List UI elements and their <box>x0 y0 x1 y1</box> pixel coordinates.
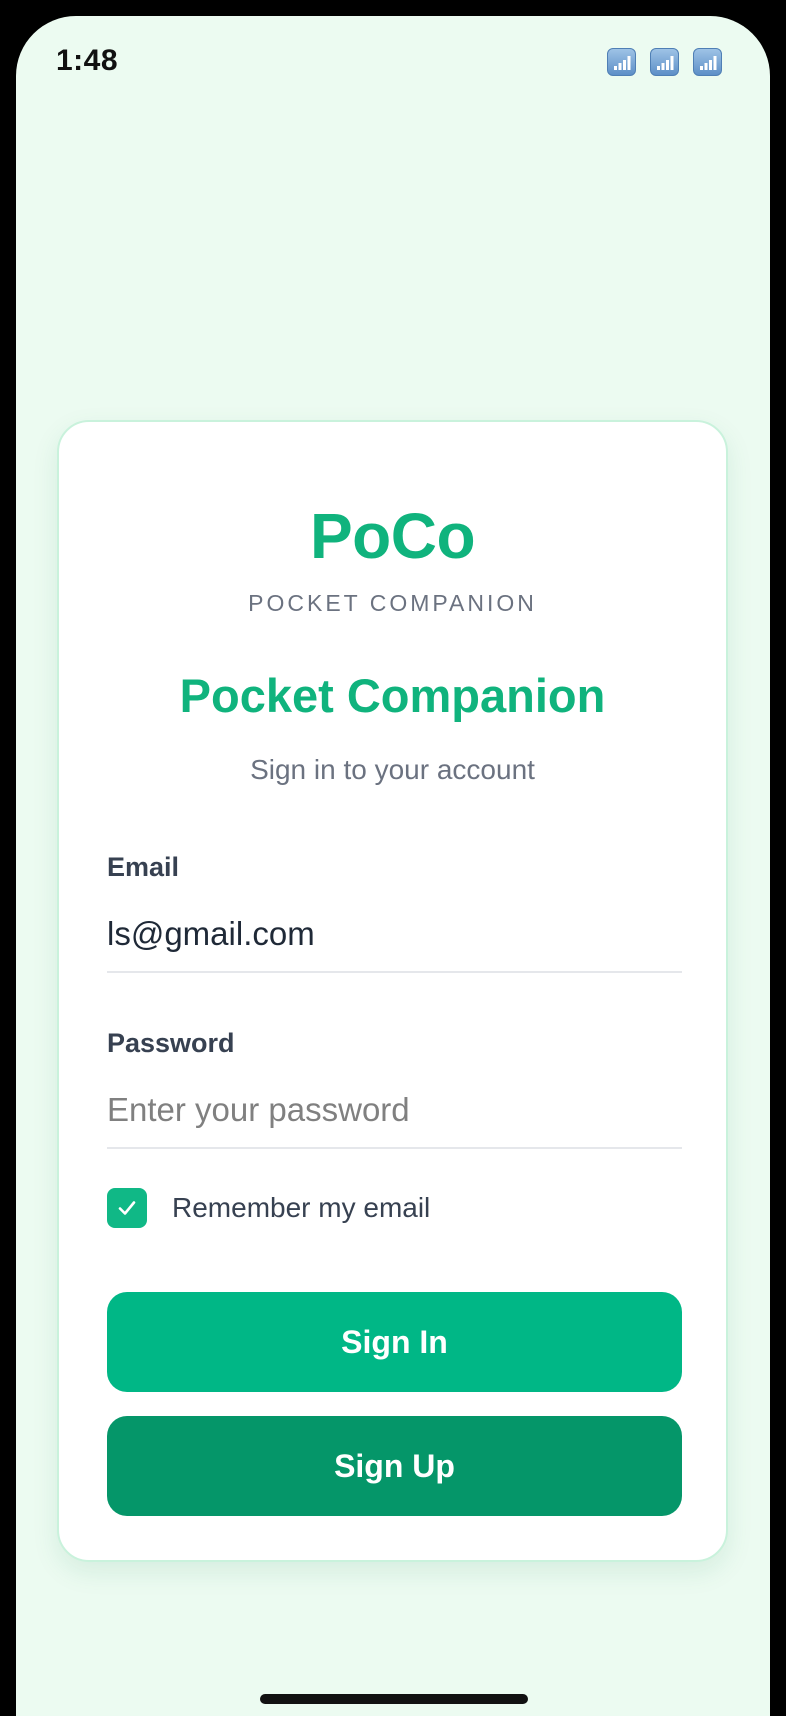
brand-logo: PoCo <box>309 500 476 572</box>
password-field[interactable] <box>107 1084 682 1149</box>
signal-icon <box>650 48 679 76</box>
status-icons <box>607 48 722 76</box>
status-time: 1:48 <box>56 44 119 77</box>
brand-tagline: POCKET COMPANION <box>248 590 537 616</box>
signal-icon <box>607 48 636 76</box>
remember-checkbox[interactable] <box>107 1188 147 1228</box>
email-field[interactable] <box>107 908 682 973</box>
signal-icon <box>693 48 722 76</box>
home-indicator <box>260 1694 528 1704</box>
email-label: Email <box>107 852 180 882</box>
login-card: PoCo POCKET COMPANION Pocket Companion S… <box>57 420 728 1562</box>
page-title: Pocket Companion <box>179 669 606 722</box>
password-label: Password <box>107 1028 235 1058</box>
checkmark-icon <box>118 1201 136 1215</box>
sign-up-button[interactable]: Sign Up <box>107 1416 682 1516</box>
page-subtitle: Sign in to your account <box>250 754 535 785</box>
phone-screen: 1:48 PoCo POCKET COMPANION Pocket Compan… <box>16 16 770 1716</box>
remember-email-toggle[interactable]: Remember my email <box>107 1188 430 1228</box>
sign-in-button[interactable]: Sign In <box>107 1292 682 1392</box>
remember-email-label: Remember my email <box>172 1192 431 1223</box>
